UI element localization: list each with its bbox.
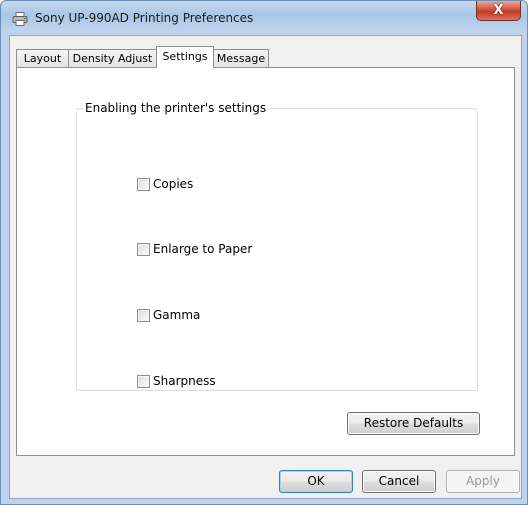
copies-checkbox-row[interactable]: Copies xyxy=(137,176,193,192)
enlarge-to-paper-label[interactable]: Enlarge to Paper xyxy=(153,242,252,256)
copies-checkbox[interactable] xyxy=(137,177,150,191)
gamma-label[interactable]: Gamma xyxy=(153,308,200,322)
settings-tab-panel: Enabling the printer's settings Copies E… xyxy=(16,67,515,456)
group-title: Enabling the printer's settings xyxy=(83,101,269,115)
tab-settings[interactable]: Settings xyxy=(156,46,214,68)
printer-settings-group: Enabling the printer's settings Copies E… xyxy=(76,101,478,391)
cancel-button[interactable]: Cancel xyxy=(362,470,436,493)
apply-button[interactable]: Apply xyxy=(446,470,520,493)
title-bar[interactable]: Sony UP-990AD Printing Preferences X xyxy=(1,1,527,35)
tab-layout[interactable]: Layout xyxy=(16,49,69,67)
dialog-client-area: Layout Density Adjust Settings Message E… xyxy=(9,35,522,499)
restore-defaults-button[interactable]: Restore Defaults xyxy=(347,412,480,435)
window-title: Sony UP-990AD Printing Preferences xyxy=(35,11,254,25)
printing-preferences-window: Sony UP-990AD Printing Preferences X Lay… xyxy=(0,0,528,505)
gamma-checkbox-row[interactable]: Gamma xyxy=(137,307,200,323)
enlarge-to-paper-checkbox-row[interactable]: Enlarge to Paper xyxy=(137,241,252,257)
printer-icon xyxy=(12,12,28,26)
tab-density-adjust[interactable]: Density Adjust xyxy=(68,49,157,67)
gamma-checkbox[interactable] xyxy=(137,308,150,322)
sharpness-checkbox[interactable] xyxy=(137,374,150,388)
enlarge-to-paper-checkbox[interactable] xyxy=(137,242,150,256)
close-icon: X xyxy=(493,3,504,18)
ok-button[interactable]: OK xyxy=(279,470,353,493)
tab-message[interactable]: Message xyxy=(213,49,269,67)
copies-label[interactable]: Copies xyxy=(153,177,193,191)
close-button[interactable]: X xyxy=(476,1,521,21)
sharpness-checkbox-row[interactable]: Sharpness xyxy=(137,373,216,389)
sharpness-label[interactable]: Sharpness xyxy=(153,374,216,388)
